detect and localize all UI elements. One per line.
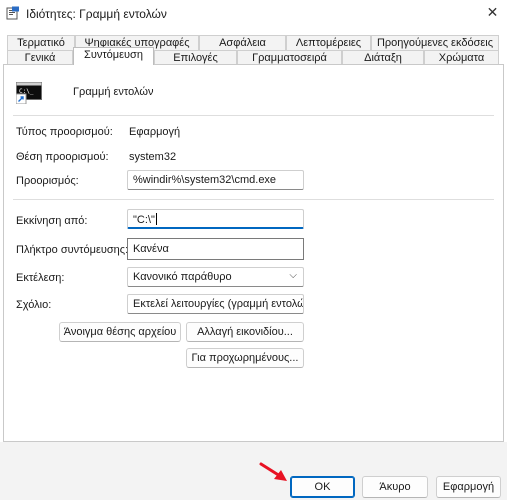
shortcut-name: Γραμμή εντολών <box>73 86 154 98</box>
target-location-label: Θέση προορισμού: <box>16 151 109 163</box>
pointer-arrow-icon <box>259 462 287 481</box>
open-file-location-button[interactable]: Άνοιγμα θέσης αρχείου <box>59 322 181 342</box>
ok-button[interactable]: OK <box>290 476 355 498</box>
window-title: Ιδιότητες: Γραμμή εντολών <box>26 7 167 21</box>
target-input[interactable]: %windir%\system32\cmd.exe <box>127 170 304 190</box>
tab-font[interactable]: Γραμματοσειρά <box>237 50 342 65</box>
change-icon-button[interactable]: Αλλαγή εικονιδίου... <box>186 322 304 342</box>
tab-general[interactable]: Γενικά <box>7 50 73 65</box>
run-label: Εκτέλεση: <box>16 272 65 284</box>
advanced-button[interactable]: Για προχωρημένους... <box>186 348 304 368</box>
comment-input[interactable]: Εκτελεί λειτουργίες (γραμμή εντολών) π <box>127 294 304 314</box>
target-type-label: Τύπος προορισμού: <box>16 126 113 138</box>
divider <box>13 115 494 116</box>
dialog-footer <box>0 442 507 500</box>
apply-button[interactable]: Εφαρμογή <box>436 476 501 498</box>
close-button[interactable]: ✕ <box>478 0 507 24</box>
tab-shortcut[interactable]: Συντόμευση <box>73 47 154 65</box>
tab-security[interactable]: Ασφάλεια <box>199 35 286 50</box>
comment-label: Σχόλιο: <box>16 299 52 311</box>
tab-details[interactable]: Λεπτομέρειες <box>286 35 371 50</box>
text-cursor <box>155 213 157 225</box>
tab-previous-versions[interactable]: Προηγούμενες εκδόσεις <box>371 35 499 50</box>
run-select[interactable]: Κανονικό παράθυρο ⌵ <box>127 267 304 287</box>
tab-layout[interactable]: Διάταξη <box>342 50 424 65</box>
target-type-value: Εφαρμογή <box>129 126 181 138</box>
run-select-value: Κανονικό παράθυρο <box>133 271 232 283</box>
hotkey-label: Πλήκτρο συντόμευσης: <box>16 244 129 256</box>
tab-options[interactable]: Επιλογές <box>154 50 237 65</box>
tab-terminal[interactable]: Τερματικό <box>7 35 75 50</box>
start-in-input[interactable]: "C:\" <box>127 209 304 229</box>
divider <box>13 199 494 200</box>
properties-window-icon <box>6 6 19 20</box>
close-icon: ✕ <box>486 3 499 20</box>
tab-colors[interactable]: Χρώματα <box>424 50 499 65</box>
cancel-button[interactable]: Άκυρο <box>362 476 428 498</box>
start-in-label: Εκκίνηση από: <box>16 215 88 227</box>
target-location-value: system32 <box>129 151 177 163</box>
chevron-down-icon: ⌵ <box>289 270 297 281</box>
target-label: Προορισμός: <box>16 175 79 187</box>
cmd-shortcut-icon: C:\_ <box>16 82 42 104</box>
start-in-value: "C:\" <box>133 214 155 226</box>
hotkey-input[interactable]: Κανένα <box>127 238 304 260</box>
